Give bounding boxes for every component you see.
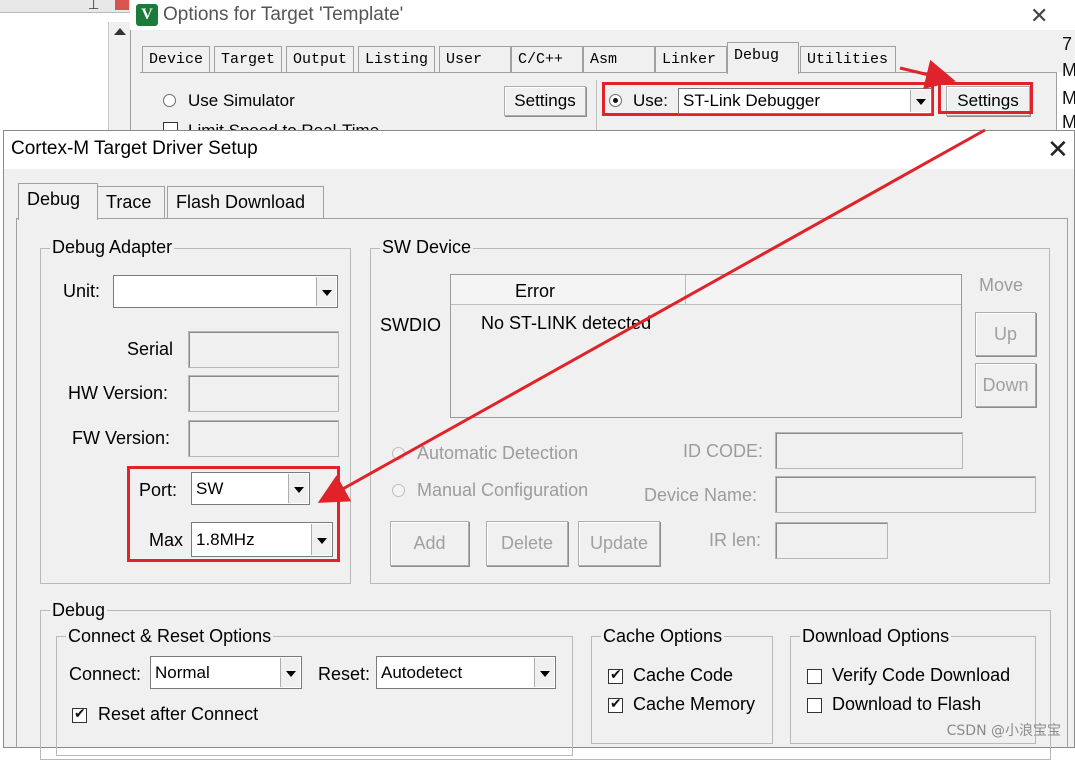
tab-debug[interactable]: Debug bbox=[18, 183, 98, 220]
arrow-to-settings bbox=[899, 59, 956, 89]
arrow-to-port bbox=[317, 128, 986, 503]
annotation-arrows bbox=[317, 59, 986, 503]
